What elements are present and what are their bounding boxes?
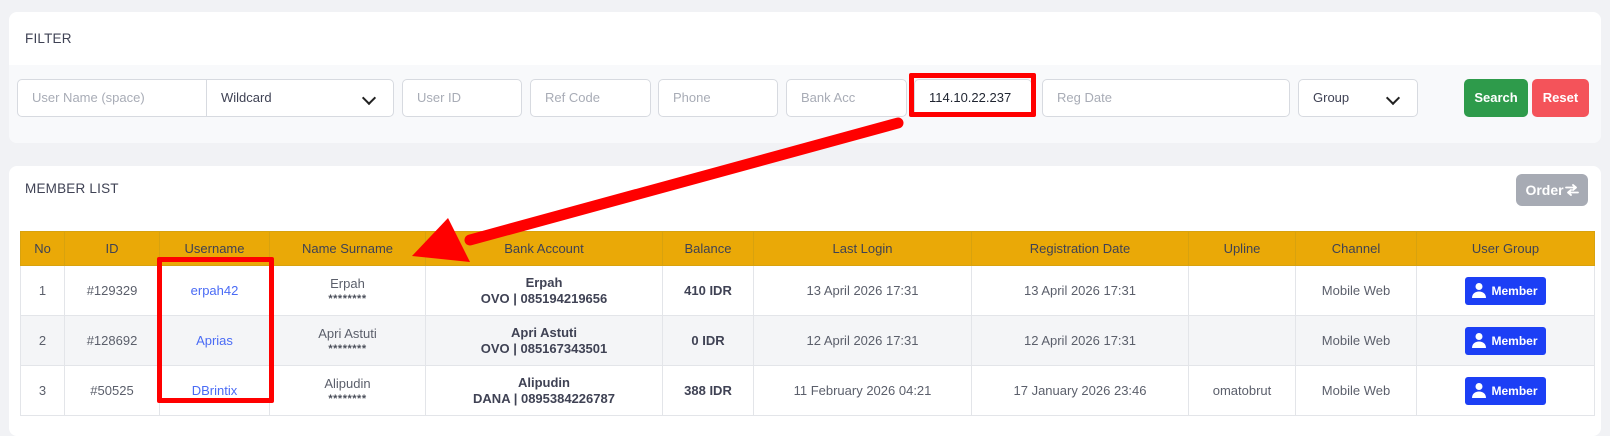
column-header[interactable]: Channel	[1295, 231, 1417, 266]
bank-name: Alipudin	[518, 374, 570, 390]
registration-date: 12 April 2026 17:31	[971, 315, 1189, 366]
registration-date: 13 April 2026 17:31	[971, 265, 1189, 316]
name-surname: Erpah	[330, 276, 365, 291]
row-id: #50525	[64, 365, 160, 416]
upline	[1188, 265, 1296, 316]
column-header[interactable]: Username	[159, 231, 270, 266]
upline: omatobrut	[1188, 365, 1296, 416]
group-select[interactable]: Group	[1298, 79, 1418, 117]
user-group-label: Member	[1491, 333, 1538, 348]
bank-account: DANA | 0895384226787	[473, 390, 615, 406]
registration-date: 17 January 2026 23:46	[971, 365, 1189, 416]
upline	[1188, 315, 1296, 366]
column-header[interactable]: Balance	[662, 231, 754, 266]
bank-name: Erpah	[525, 274, 563, 290]
ref-code-input[interactable]: Ref Code	[530, 79, 651, 117]
name-surname: Apri Astuti	[318, 326, 377, 341]
last-login: 13 April 2026 17:31	[753, 265, 972, 316]
username-link[interactable]: Aprias	[196, 333, 233, 348]
user-icon	[1472, 383, 1487, 399]
user-group-button[interactable]: Member	[1465, 276, 1546, 305]
last-login: 12 April 2026 17:31	[753, 315, 972, 366]
user-icon	[1472, 283, 1487, 299]
ip-input[interactable]: 114.10.22.237	[914, 79, 1032, 117]
filter-panel: FILTER	[9, 12, 1601, 143]
member-table: No ID Username Name Surname Bank Account…	[20, 231, 1595, 416]
column-header[interactable]: Bank Account	[425, 231, 663, 266]
bank-account: OVO | 085167343501	[480, 340, 608, 356]
bank-account: OVO | 085194219656	[480, 290, 608, 306]
column-header[interactable]: Name Surname	[269, 231, 426, 266]
match-mode-value: Wildcard	[221, 90, 272, 105]
user-group-button[interactable]: Member	[1465, 326, 1546, 355]
masked-value: ********	[328, 293, 367, 305]
column-header[interactable]: Registration Date	[971, 231, 1189, 266]
name-surname: Alipudin	[324, 376, 371, 391]
table-row: 3 #50525 DBrintix Alipudin ******** Alipu…	[20, 365, 1595, 416]
row-id: #128692	[64, 315, 160, 366]
masked-value: ********	[328, 343, 367, 355]
sort-arrows-icon	[1564, 184, 1579, 197]
row-no: 1	[20, 265, 65, 316]
reset-button[interactable]: Reset	[1532, 79, 1589, 117]
user-group-label: Member	[1491, 383, 1538, 398]
match-mode-select[interactable]: Wildcard	[206, 79, 394, 117]
member-list-title: MEMBER LIST	[25, 181, 119, 196]
bank-name: Apri Astuti	[511, 324, 577, 340]
column-header[interactable]: User Group	[1416, 231, 1595, 266]
table-row: 2 #128692 Aprias Apri Astuti ******** Apr…	[20, 315, 1595, 366]
chevron-down-icon	[1385, 90, 1401, 106]
row-no: 2	[20, 315, 65, 366]
table-row: 1 #129329 erpah42 Erpah ******** Erpah OVO…	[20, 265, 1595, 316]
channel: Mobile Web	[1295, 315, 1417, 366]
order-button[interactable]: Order	[1516, 174, 1588, 206]
phone-input[interactable]: Phone	[658, 79, 778, 117]
username-input[interactable]: User Name (space)	[17, 79, 207, 117]
reg-date-input[interactable]: Reg Date	[1042, 79, 1290, 117]
balance: 410 IDR	[662, 265, 754, 316]
user-group-label: Member	[1491, 283, 1538, 298]
balance: 0 IDR	[662, 315, 754, 366]
channel: Mobile Web	[1295, 265, 1417, 316]
column-header[interactable]: No	[20, 231, 65, 266]
search-button[interactable]: Search	[1464, 79, 1528, 117]
username-link[interactable]: DBrintix	[192, 383, 238, 398]
username-link[interactable]: erpah42	[191, 283, 239, 298]
table-header: No ID Username Name Surname Bank Account…	[20, 231, 1595, 266]
row-id: #129329	[64, 265, 160, 316]
group-value: Group	[1313, 90, 1350, 105]
filter-title: FILTER	[25, 31, 72, 46]
user-group-button[interactable]: Member	[1465, 376, 1546, 405]
balance: 388 IDR	[662, 365, 754, 416]
channel: Mobile Web	[1295, 365, 1417, 416]
chevron-down-icon	[361, 90, 377, 106]
order-label: Order	[1525, 182, 1564, 198]
user-id-input[interactable]: User ID	[402, 79, 522, 117]
user-icon	[1472, 333, 1487, 349]
column-header[interactable]: ID	[64, 231, 160, 266]
column-header[interactable]: Upline	[1188, 231, 1296, 266]
column-header[interactable]: Last Login	[753, 231, 972, 266]
row-no: 3	[20, 365, 65, 416]
last-login: 11 February 2026 04:21	[753, 365, 972, 416]
masked-value: ********	[328, 393, 367, 405]
bank-acc-input[interactable]: Bank Acc	[786, 79, 907, 117]
